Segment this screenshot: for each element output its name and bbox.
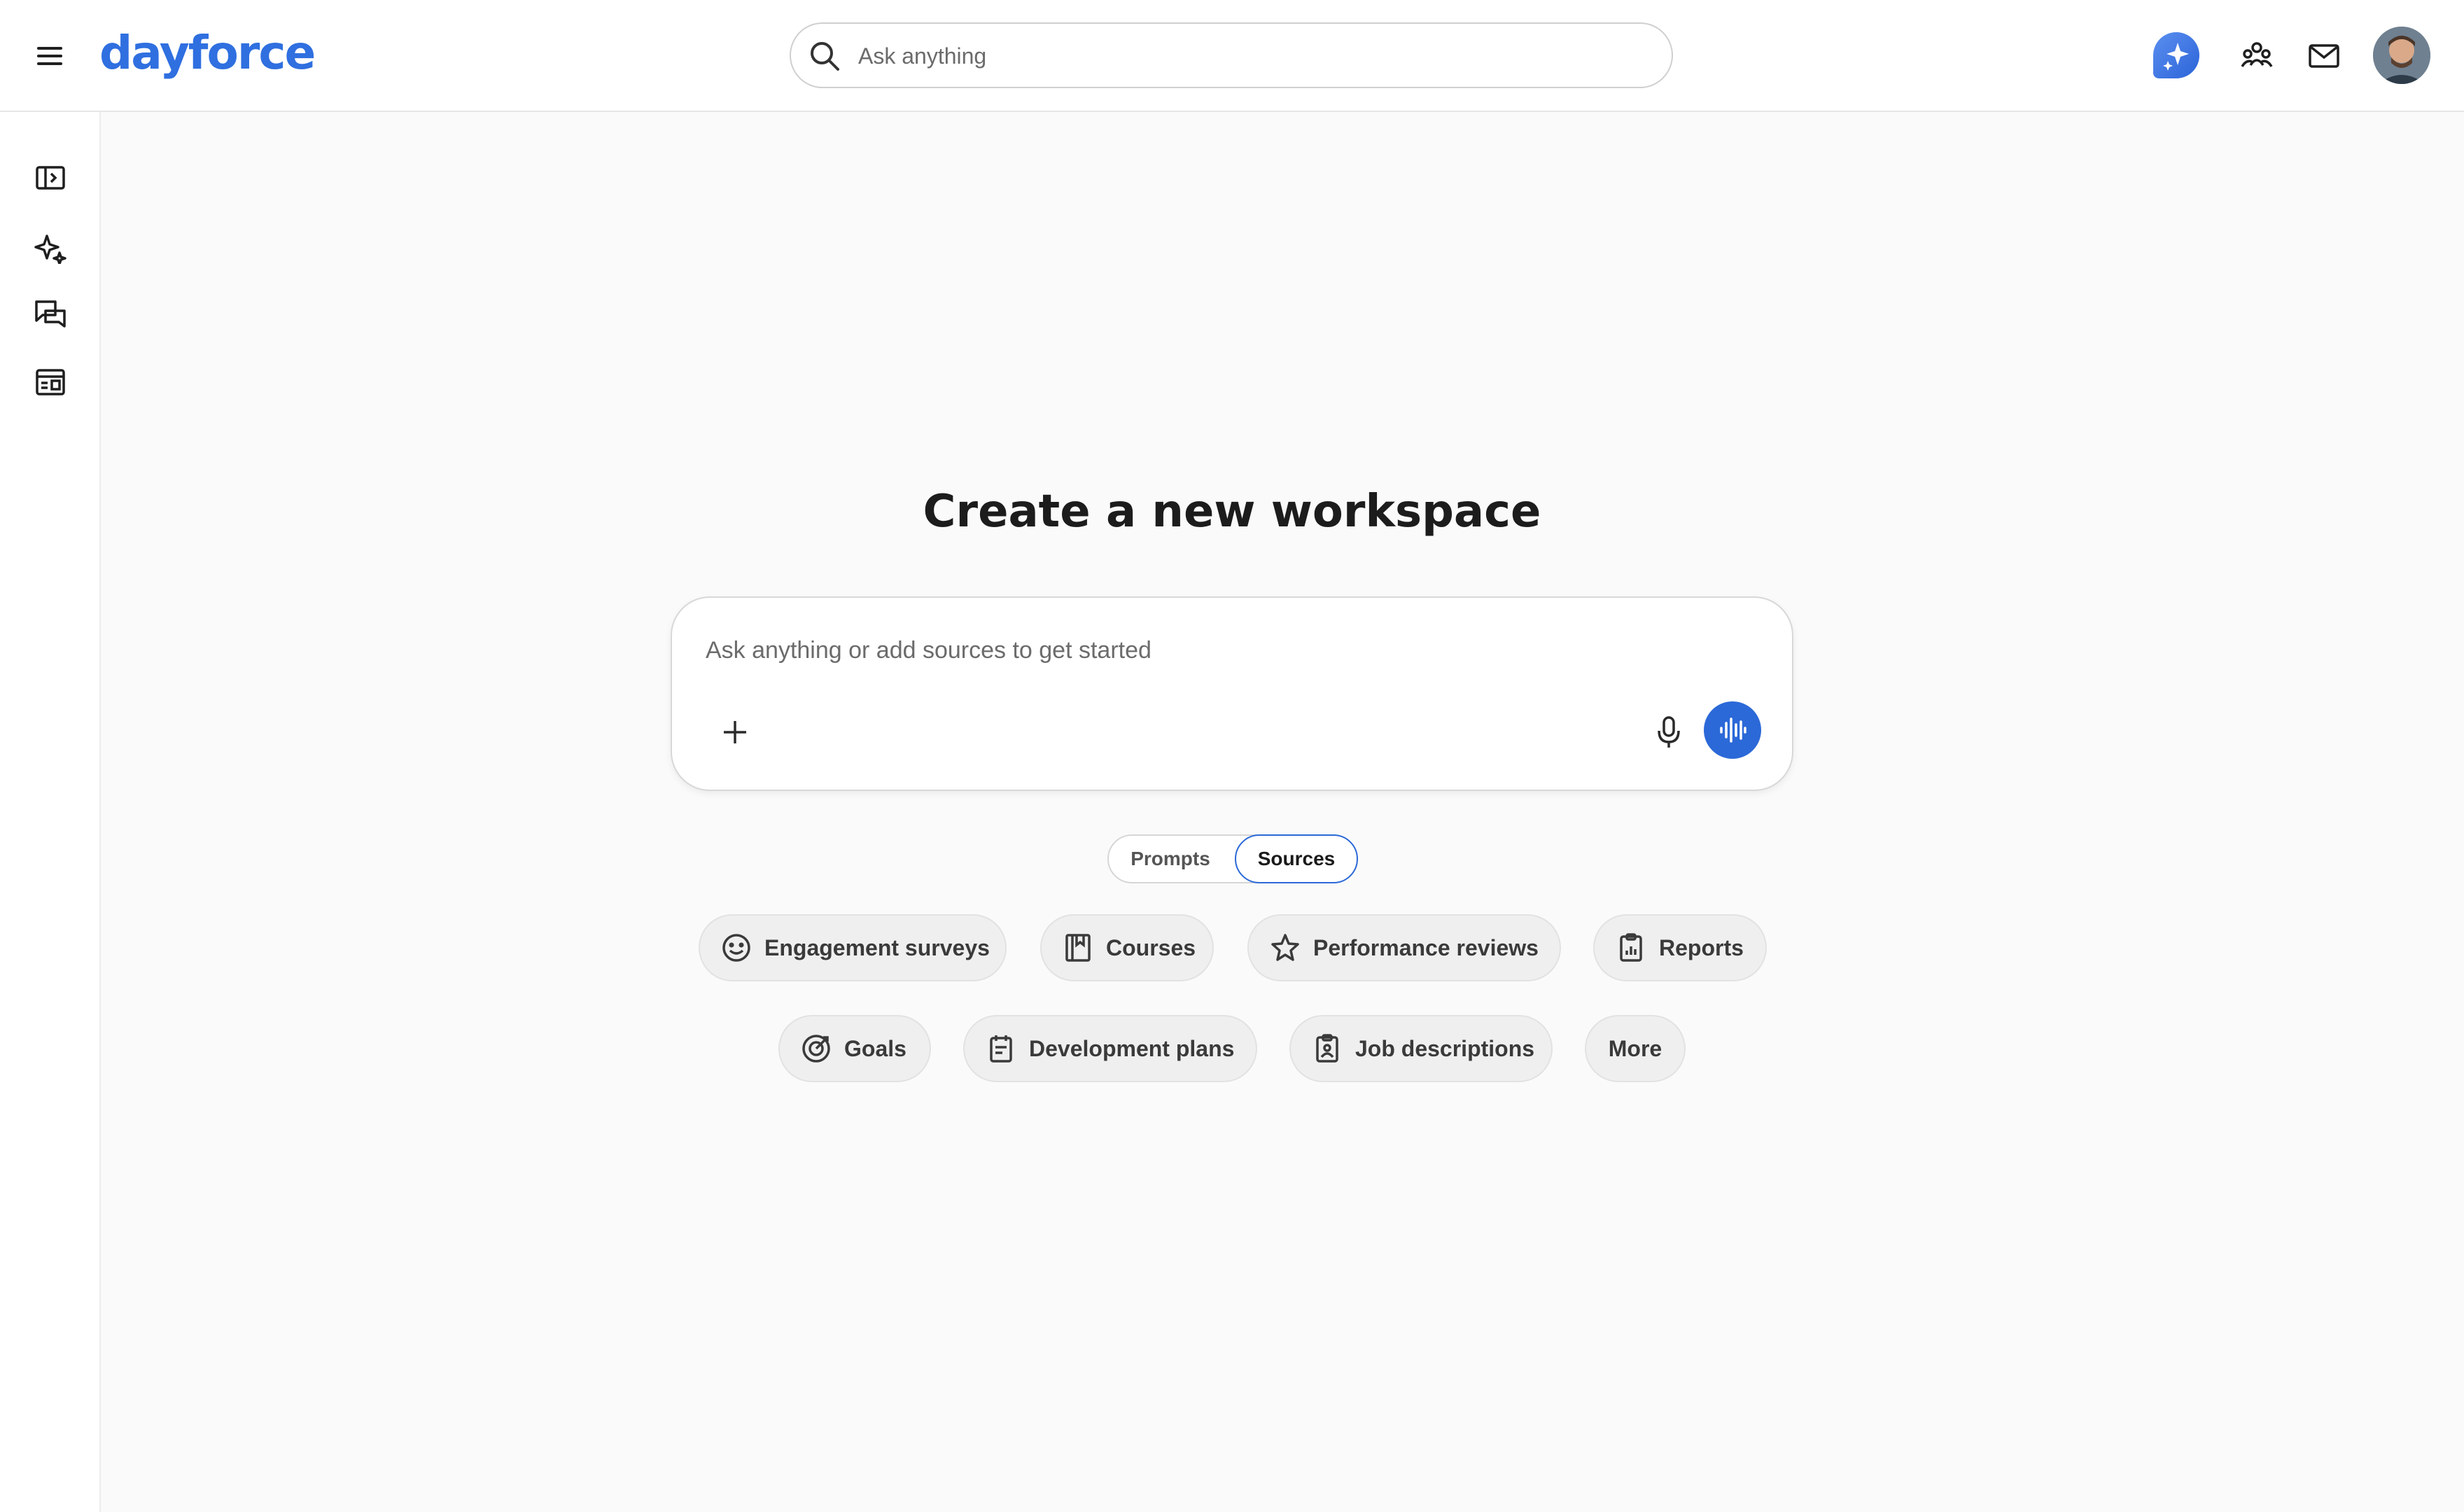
search-icon [806, 38, 843, 74]
prompt-input[interactable] [704, 629, 1687, 672]
chip-courses[interactable]: Courses [1040, 914, 1214, 981]
prompts-sources-toggle: Prompts Sources [1107, 834, 1358, 883]
chip-label: Development plans [1029, 1035, 1235, 1061]
prompt-composer [671, 596, 1793, 791]
chip-label: Engagement surveys [764, 934, 990, 960]
microphone-icon[interactable] [1649, 710, 1688, 755]
star-icon [1268, 931, 1302, 965]
chip-reports[interactable]: Reports [1593, 914, 1767, 981]
chat-icon[interactable] [31, 295, 70, 335]
chip-label: Goals [844, 1035, 906, 1061]
add-source-button[interactable] [715, 713, 755, 752]
left-sidebar [0, 112, 101, 1512]
chip-more[interactable]: More [1585, 1015, 1686, 1082]
menu-icon[interactable] [29, 38, 70, 74]
chip-label: Job descriptions [1355, 1035, 1535, 1061]
ai-assistant-button[interactable] [2153, 32, 2199, 78]
dayforce-logo[interactable]: dayforce [99, 18, 316, 88]
book-icon [1061, 931, 1095, 965]
global-search[interactable] [790, 22, 1673, 88]
chip-label: Performance reviews [1313, 934, 1539, 960]
chip-label: Courses [1106, 934, 1196, 960]
mail-icon[interactable] [2304, 38, 2344, 74]
chip-development-plans[interactable]: Development plans [963, 1015, 1257, 1082]
badge-clipboard-icon [1310, 1032, 1344, 1065]
sidebar-toggle-icon[interactable] [31, 158, 70, 197]
clipboard-report-icon [1614, 931, 1648, 965]
sparkle-icon[interactable] [31, 228, 70, 267]
top-bar: dayforce [0, 0, 2464, 112]
page-title: Create a new workspace [923, 486, 1541, 538]
chip-goals[interactable]: Goals [778, 1015, 931, 1082]
smile-icon [720, 931, 753, 965]
team-icon[interactable] [2237, 36, 2276, 76]
calendar-clipboard-icon [984, 1032, 1018, 1065]
voice-mode-button[interactable] [1704, 701, 1761, 759]
chip-engagement-surveys[interactable]: Engagement surveys [699, 914, 1007, 981]
tab-prompts[interactable]: Prompts [1107, 834, 1233, 883]
chip-job-descriptions[interactable]: Job descriptions [1289, 1015, 1553, 1082]
user-avatar[interactable] [2373, 27, 2430, 84]
tab-sources[interactable]: Sources [1235, 834, 1358, 883]
workspace-icon[interactable] [31, 363, 70, 402]
chip-label: More [1608, 1035, 1662, 1061]
chip-performance-reviews[interactable]: Performance reviews [1247, 914, 1561, 981]
search-input[interactable] [857, 34, 1644, 78]
chip-label: Reports [1659, 934, 1744, 960]
target-icon [799, 1032, 833, 1065]
